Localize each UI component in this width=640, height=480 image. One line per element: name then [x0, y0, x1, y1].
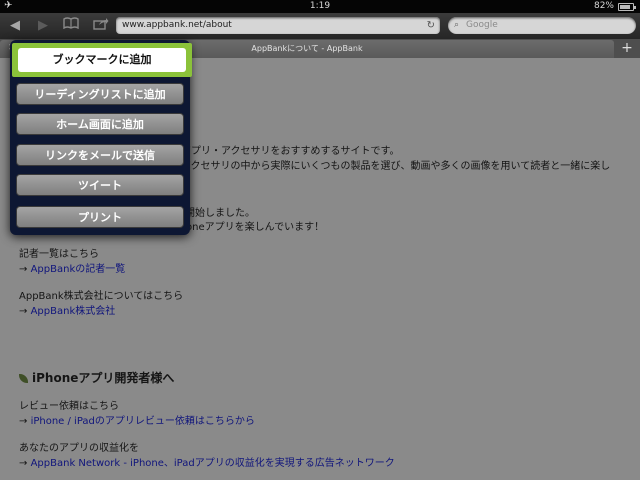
company-link[interactable]: AppBank株式会社 — [31, 306, 116, 317]
dev-heading-text: iPhoneアプリ開発者様へ — [32, 371, 175, 385]
monetize-link-row: → AppBank Network - iPhone、iPadアプリの収益化を実… — [19, 454, 395, 469]
arrow-icon: → — [19, 264, 28, 275]
battery-percent: 82% — [593, 1, 614, 11]
search-placeholder: Google — [466, 20, 498, 30]
body-text-4: oneアプリを楽しんでいます！ — [186, 222, 325, 233]
body-text-1: アプリ・アクセサリをおすすめするサイトです。 — [181, 146, 400, 157]
review-link[interactable]: iPhone / iPadのアプリレビュー依頼はこちらから — [31, 416, 255, 427]
arrow-icon: → — [19, 416, 28, 427]
url-field[interactable]: www.appbank.net/about ↻ — [116, 17, 440, 34]
add-reading-list-button[interactable]: リーディングリストに追加 — [16, 83, 184, 105]
print-button[interactable]: プリント — [16, 206, 184, 228]
body-text-2: アクセサリの中から実際にいくつもの製品を選び、動画や多くの画像を用いて読者と一緒… — [181, 161, 611, 172]
url-text: www.appbank.net/about — [122, 20, 232, 30]
monetize-link[interactable]: AppBank Network - iPhone、iPadアプリの収益化を実現す… — [31, 458, 395, 469]
writers-link-row: → AppBankの記者一覧 — [19, 260, 125, 275]
search-icon: ⌕ — [454, 20, 460, 30]
add-bookmark-button[interactable]: ブックマークに追加 — [12, 43, 192, 77]
add-bookmark-label: ブックマークに追加 — [18, 48, 186, 72]
arrow-icon: → — [19, 306, 28, 317]
back-arrow-icon[interactable]: ◀ — [4, 17, 26, 35]
leaf-bullet-icon — [19, 374, 28, 383]
review-link-row: → iPhone / iPadのアプリレビュー依頼はこちらから — [19, 412, 255, 427]
review-label: レビュー依頼はこちら — [19, 401, 119, 412]
search-input[interactable]: ⌕ Google — [448, 17, 636, 34]
battery-icon — [618, 3, 636, 11]
company-label: AppBank株式会社についてはこちら — [19, 291, 184, 302]
new-tab-plus-icon[interactable]: + — [618, 40, 636, 57]
tab-title: AppBankについて - AppBank — [251, 44, 363, 53]
status-time: 1:19 — [309, 1, 331, 11]
monetize-label: あなたのアプリの収益化を — [19, 443, 139, 454]
reload-icon[interactable]: ↻ — [427, 17, 435, 34]
company-link-row: → AppBank株式会社 — [19, 302, 115, 317]
browser-toolbar: ◀ ▶ www.appbank.net/about ↻ ⌕ Google — [0, 13, 640, 39]
add-home-screen-button[interactable]: ホーム画面に追加 — [16, 113, 184, 135]
share-popover-menu: ブックマークに追加 リーディングリストに追加 ホーム画面に追加 リンクをメールで… — [10, 40, 192, 235]
mail-link-button[interactable]: リンクをメールで送信 — [16, 144, 184, 166]
arrow-icon: → — [19, 458, 28, 469]
share-action-icon[interactable] — [90, 17, 112, 35]
status-bar: ✈ 1:19 82% — [0, 0, 640, 13]
tweet-button[interactable]: ツイート — [16, 174, 184, 196]
forward-arrow-icon[interactable]: ▶ — [32, 17, 54, 35]
writers-link[interactable]: AppBankの記者一覧 — [31, 264, 126, 275]
bookmarks-book-icon[interactable] — [60, 17, 82, 35]
writers-label: 記者一覧はこちら — [19, 249, 99, 260]
body-text-3: 開始しました。 — [185, 208, 255, 219]
dev-section-heading: iPhoneアプリ開発者様へ — [19, 369, 174, 386]
